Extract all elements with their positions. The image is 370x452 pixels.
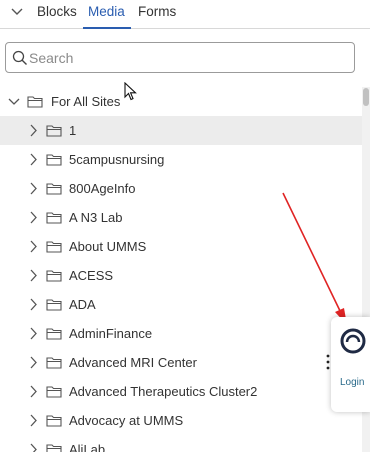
tree-item[interactable]: 1 — [0, 116, 362, 145]
tree-item-label: A N3 Lab — [69, 210, 123, 225]
tree-item[interactable]: 800AgeInfo — [0, 174, 362, 203]
tree-item-label: ADA — [69, 297, 96, 312]
folder-icon — [46, 415, 62, 427]
tree-item[interactable]: 5campusnursing — [0, 145, 362, 174]
chevron-right-icon[interactable] — [27, 298, 39, 311]
tree-item[interactable]: About UMMS — [0, 232, 362, 261]
folder-icon — [46, 154, 62, 166]
tree-item-label: About UMMS — [69, 239, 147, 254]
folder-icon — [46, 183, 62, 195]
search-icon — [12, 50, 27, 65]
media-tab-bar: Blocks Media Forms — [0, 0, 370, 29]
folder-icon — [46, 270, 62, 282]
login-link[interactable]: Login — [340, 377, 364, 388]
scrollbar-thumb[interactable] — [363, 88, 369, 106]
chevron-right-icon[interactable] — [27, 356, 39, 369]
tree-root-for-all-sites[interactable]: For All Sites — [0, 87, 362, 116]
chevron-right-icon[interactable] — [27, 182, 39, 195]
folder-icon — [46, 125, 62, 137]
folder-icon — [27, 96, 43, 108]
tree-item[interactable]: A N3 Lab — [0, 203, 362, 232]
folder-icon — [46, 386, 62, 398]
tree-item-label: Advanced MRI Center — [69, 355, 197, 370]
folder-icon — [46, 212, 62, 224]
chevron-right-icon[interactable] — [27, 385, 39, 398]
tree-item[interactable]: Advanced MRI Center — [0, 348, 362, 377]
search-box[interactable] — [5, 42, 355, 73]
chevron-right-icon[interactable] — [27, 153, 39, 166]
chevron-right-icon[interactable] — [27, 269, 39, 282]
tab-blocks[interactable]: Blocks — [37, 4, 77, 20]
mouse-cursor-icon — [124, 82, 137, 101]
chevron-right-icon[interactable] — [27, 124, 39, 137]
folder-icon — [46, 357, 62, 369]
tree-item-label: ACESS — [69, 268, 114, 283]
tree-item-label: Advocacy at UMMS — [69, 413, 184, 428]
tree-item-label: 800AgeInfo — [69, 181, 136, 196]
chevron-right-icon[interactable] — [27, 443, 39, 452]
power-logo-icon[interactable] — [340, 328, 366, 354]
tree-item-label: 5campusnursing — [69, 152, 165, 167]
search-input[interactable] — [29, 47, 349, 69]
chevron-right-icon[interactable] — [27, 327, 39, 340]
tree-item[interactable]: Advanced Therapeutics Cluster2 — [0, 377, 362, 406]
folder-icon — [46, 328, 62, 340]
login-widget: Login — [331, 317, 370, 412]
chevron-down-icon[interactable] — [10, 5, 24, 19]
tree-item-label: For All Sites — [51, 94, 121, 109]
chevron-down-icon[interactable] — [8, 95, 20, 108]
tree-item-label: AdminFinance — [69, 326, 153, 341]
chevron-right-icon[interactable] — [27, 211, 39, 224]
tree-item[interactable]: ADA — [0, 290, 362, 319]
tree-item-label: AliLab — [69, 442, 106, 452]
media-folder-tree: For All Sites 1 5campusnursing 800AgeInfo A… — [0, 87, 362, 452]
tree-item-label: Advanced Therapeutics Cluster2 — [69, 384, 258, 399]
tab-media[interactable]: Media — [88, 4, 125, 20]
tree-item[interactable]: ACESS — [0, 261, 362, 290]
tree-item[interactable]: Advocacy at UMMS — [0, 406, 362, 435]
tree-item-label: 1 — [69, 123, 77, 138]
chevron-right-icon[interactable] — [27, 414, 39, 427]
folder-icon — [46, 241, 62, 253]
tab-forms[interactable]: Forms — [138, 4, 176, 20]
tree-item[interactable]: AliLab — [0, 435, 362, 452]
active-tab-indicator — [83, 27, 131, 29]
folder-icon — [46, 299, 62, 311]
chevron-right-icon[interactable] — [27, 240, 39, 253]
folder-icon — [46, 444, 62, 452]
tree-item[interactable]: AdminFinance — [0, 319, 362, 348]
